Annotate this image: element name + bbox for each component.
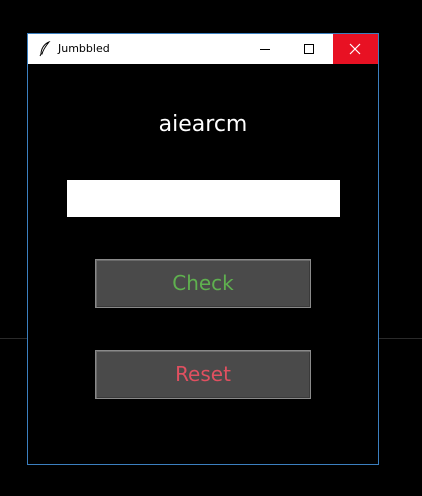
close-button[interactable] bbox=[333, 34, 378, 64]
scrambled-word-label: aiearcm bbox=[158, 112, 248, 137]
client-area: aiearcm Check Reset bbox=[28, 64, 378, 464]
window-title: Jumbbled bbox=[58, 42, 110, 55]
close-icon bbox=[349, 43, 361, 55]
maximize-icon bbox=[304, 44, 314, 54]
maximize-button[interactable] bbox=[287, 34, 331, 64]
app-window: Jumbbled aiearcm Check Reset bbox=[27, 33, 379, 465]
feather-icon bbox=[38, 40, 52, 57]
minimize-button[interactable] bbox=[243, 34, 287, 64]
reset-button[interactable]: Reset bbox=[95, 350, 311, 399]
minimize-icon bbox=[260, 49, 270, 50]
check-button[interactable]: Check bbox=[95, 259, 311, 308]
desktop: Jumbbled aiearcm Check Reset bbox=[0, 0, 422, 496]
title-bar[interactable]: Jumbbled bbox=[28, 34, 378, 64]
answer-input[interactable] bbox=[67, 180, 340, 217]
